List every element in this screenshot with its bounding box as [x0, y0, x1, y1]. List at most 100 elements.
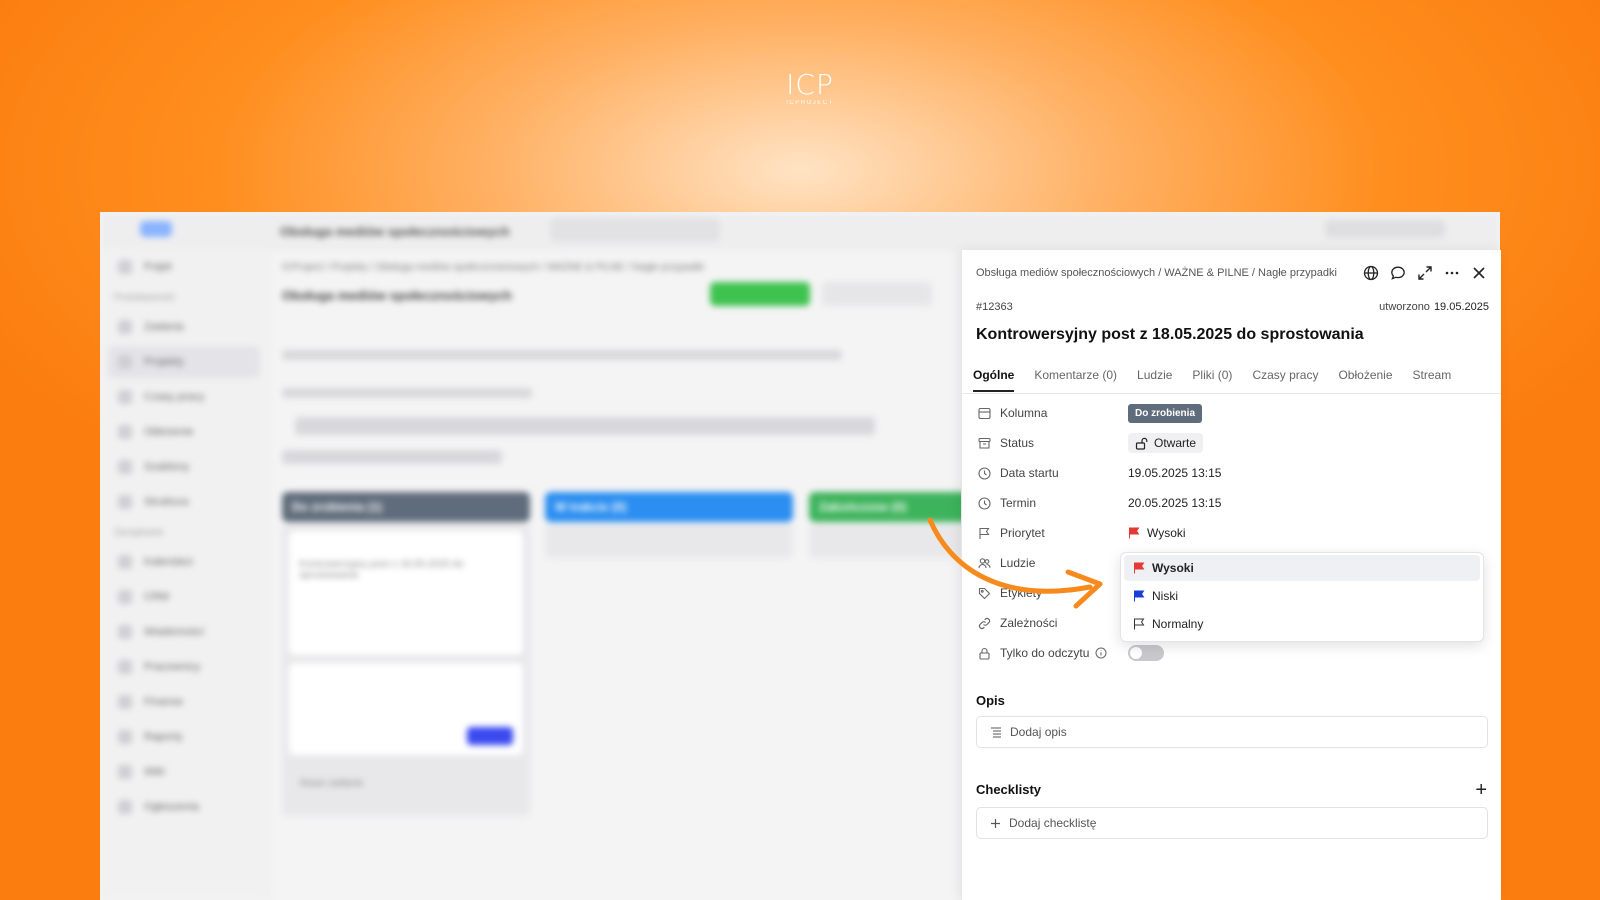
- read-only-value[interactable]: [1128, 642, 1164, 664]
- created-date: 19.05.2025: [1433, 301, 1489, 313]
- top-bar: Obsługa mediów społecznościowych: [100, 212, 1500, 249]
- red-flag-icon: [1134, 562, 1145, 574]
- tab-work-times[interactable]: Czasy pracy: [1252, 365, 1318, 392]
- field-read-only: Tylko do odczytu: [978, 643, 1107, 663]
- task-id: #12363: [976, 301, 1013, 313]
- sidebar-item[interactable]: Kalendarz: [108, 546, 260, 578]
- tab-files[interactable]: Pliki (0): [1192, 365, 1232, 392]
- logo-subtitle: ICPROJECT: [786, 100, 834, 106]
- lock-icon: [979, 647, 990, 660]
- priority-option-label: Niski: [1152, 589, 1178, 603]
- task-card-title: Kontrowersyjny post z 18.05.2025 do spro…: [299, 559, 464, 581]
- checklist-placeholder: Dodaj checklistę: [1009, 816, 1097, 830]
- icproject-logo: ICP ICPROJECT: [775, 68, 845, 107]
- clock-icon: [978, 466, 991, 480]
- project-heading: Obsługa mediów społecznościowych: [282, 288, 512, 303]
- sidebar-item[interactable]: Czasy pracy: [108, 381, 260, 413]
- clock-icon: [978, 496, 991, 510]
- more-icon[interactable]: [1443, 264, 1460, 281]
- field-dependencies-label: Zależności: [1000, 616, 1058, 630]
- add-checklist-plus-icon[interactable]: +: [1475, 780, 1487, 800]
- field-start-date: Data startu: [978, 463, 1059, 483]
- column-badge[interactable]: Do zrobienia: [1128, 403, 1203, 423]
- sidebar-item[interactable]: Szablony: [108, 451, 260, 483]
- quick-add-card[interactable]: [288, 662, 524, 756]
- sidebar-item[interactable]: Ogłoszenia: [108, 791, 260, 823]
- info-icon[interactable]: [1095, 647, 1107, 659]
- app-logo-icon: [140, 221, 172, 237]
- sidebar-item[interactable]: Finanse: [108, 686, 260, 718]
- description-heading: Opis: [976, 693, 1005, 708]
- column-in-progress[interactable]: W trakcie (0): [545, 492, 793, 522]
- sidebar-item[interactable]: Wiadomości: [108, 616, 260, 648]
- tab-people[interactable]: Ludzie: [1137, 365, 1172, 392]
- created-info: utworzono 19.05.2025: [1379, 301, 1489, 313]
- field-status-label: Status: [1000, 436, 1035, 450]
- created-label: utworzono: [1379, 301, 1430, 313]
- annotation-arrow: [927, 517, 1103, 609]
- tab-stream[interactable]: Stream: [1413, 365, 1452, 392]
- sidebar-item[interactable]: Zadania: [108, 311, 260, 343]
- priority-option-high[interactable]: Wysoki: [1124, 555, 1480, 581]
- status-value[interactable]: Otwarte: [1128, 432, 1204, 454]
- project-switcher[interactable]: Obsługa mediów społecznościowych: [280, 224, 510, 239]
- start-date-value[interactable]: 19.05.2025 13:15: [1128, 462, 1221, 484]
- sidebar-item[interactable]: Obłożenie: [108, 416, 260, 448]
- project-status-button[interactable]: [822, 282, 932, 306]
- field-status: Status: [978, 433, 1034, 453]
- tab-general[interactable]: Ogólne: [973, 365, 1015, 392]
- field-column: Kolumna: [978, 403, 1047, 423]
- description-placeholder: Dodaj opis: [1010, 725, 1067, 739]
- sidebar-item-projects[interactable]: Projekty: [108, 346, 260, 378]
- tab-comments[interactable]: Komentarze (0): [1034, 365, 1117, 392]
- in-progress-lane: [545, 524, 793, 558]
- description-field[interactable]: Dodaj opis: [976, 716, 1488, 748]
- outline-flag-icon: [1134, 618, 1145, 630]
- checklist-field[interactable]: Dodaj checklistę: [976, 807, 1488, 839]
- priority-option-normal[interactable]: Normalny: [1124, 611, 1480, 637]
- view-icons[interactable]: [282, 450, 502, 464]
- sidebar-item[interactable]: Raporty: [108, 721, 260, 753]
- column-value[interactable]: Do zrobienia: [1128, 402, 1203, 424]
- task-card[interactable]: Kontrowersyjny post z 18.05.2025 do spro…: [288, 530, 524, 656]
- field-column-label: Kolumna: [1000, 406, 1048, 420]
- read-only-toggle[interactable]: [1128, 645, 1164, 661]
- search-input[interactable]: [550, 218, 720, 242]
- status-icon: [978, 437, 991, 449]
- priority-option-low[interactable]: Niski: [1124, 583, 1480, 609]
- logo-mark: ICP: [786, 68, 834, 101]
- new-task-link[interactable]: Nowe zadanie: [300, 778, 363, 789]
- project-tabs[interactable]: [282, 350, 842, 360]
- priority-value[interactable]: Wysoki: [1128, 522, 1186, 544]
- priority-option-label: Normalny: [1152, 617, 1204, 631]
- column-todo[interactable]: Do zrobienia (1): [282, 492, 530, 522]
- field-deadline: Termin: [978, 493, 1036, 513]
- field-deadline-label: Termin: [1000, 496, 1037, 510]
- sidebar-item[interactable]: Wiki: [108, 756, 260, 788]
- task-title[interactable]: Kontrowersyjny post z 18.05.2025 do spro…: [976, 326, 1364, 344]
- sidebar-item[interactable]: Pulpit: [108, 251, 260, 283]
- globe-icon[interactable]: [1362, 264, 1379, 281]
- field-start-date-label: Data startu: [1000, 466, 1059, 480]
- sidebar-item[interactable]: Pracownicy: [108, 651, 260, 683]
- comment-icon[interactable]: [1389, 264, 1406, 281]
- close-icon[interactable]: [1470, 264, 1487, 281]
- field-read-only-label: Tylko do odczytu: [1000, 646, 1090, 660]
- expand-icon[interactable]: [1416, 264, 1433, 281]
- panel-header-actions: [1362, 264, 1487, 281]
- task-breadcrumb[interactable]: Obsługa mediów społecznościowych / WAŻNE…: [976, 267, 1337, 279]
- status-badge[interactable]: Otwarte: [1128, 433, 1204, 453]
- blue-flag-icon: [1134, 590, 1145, 602]
- column-icon: [978, 407, 991, 419]
- top-actions[interactable]: [1325, 220, 1445, 238]
- sidebar: Pulpit Produktywność Zadania Projekty Cz…: [100, 248, 269, 900]
- tab-workload[interactable]: Obłożenie: [1338, 365, 1392, 392]
- deadline-value[interactable]: 20.05.2025 13:15: [1128, 492, 1221, 514]
- sidebar-item[interactable]: CRM: [108, 581, 260, 613]
- status-text: Otwarte: [1154, 436, 1197, 450]
- save-quick-task-button[interactable]: [467, 727, 513, 745]
- sidebar-section: Produktywność: [114, 292, 176, 302]
- add-task-button[interactable]: [710, 282, 810, 306]
- board-toolbar[interactable]: [295, 417, 875, 435]
- sidebar-item[interactable]: Struktura: [108, 486, 260, 518]
